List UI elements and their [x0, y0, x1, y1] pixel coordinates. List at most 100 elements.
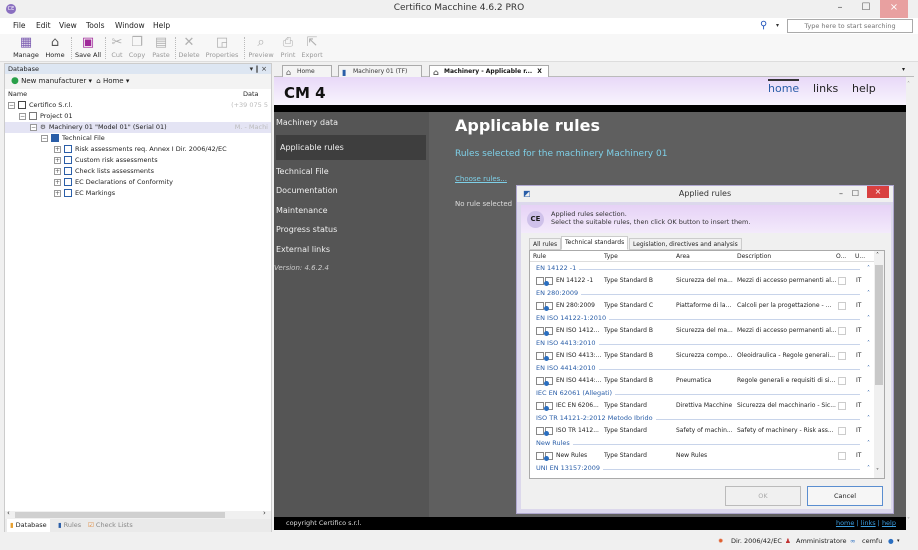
rule-option-checkbox[interactable]	[838, 427, 846, 435]
tab-legislation[interactable]: Legislation, directives and analysis	[629, 238, 742, 250]
grid-scrollbar[interactable]: ˄ ˅	[874, 251, 884, 478]
home-button[interactable]: ⌂ Home	[43, 35, 67, 59]
col-u[interactable]: U...	[855, 251, 865, 262]
rule-row[interactable]: EN ISO 1412... Type Standard B Sicurezza d…	[530, 324, 874, 338]
group-header[interactable]: New Rules ˄	[536, 438, 874, 449]
menu-file[interactable]: File	[13, 21, 26, 30]
language-icon[interactable]: ●	[888, 535, 894, 547]
rule-checkbox[interactable]	[536, 402, 544, 410]
col-type[interactable]: Type	[604, 251, 618, 262]
doc-tab-machinery-tf[interactable]: ▮ Machinery 01 (TF)	[338, 65, 422, 77]
scroll-right-icon[interactable]: ›	[263, 509, 266, 517]
rule-row[interactable]: EN 14122 -1 Type Standard B Sicurezza del …	[530, 274, 874, 288]
collapse-icon[interactable]: −	[30, 123, 37, 131]
rule-option-checkbox[interactable]	[838, 377, 846, 385]
scroll-up-icon[interactable]: ˄	[907, 81, 910, 88]
collapse-icon[interactable]: −	[8, 101, 15, 109]
save-all-button[interactable]: ▣ Save All	[74, 35, 102, 59]
menu-tools[interactable]: Tools	[86, 21, 104, 30]
expand-icon[interactable]: +	[54, 189, 61, 197]
dialog-minimize-button[interactable]: –	[839, 186, 843, 202]
scroll-up-icon[interactable]: ˄	[876, 252, 879, 259]
side-technical-file[interactable]: Technical File	[276, 167, 329, 176]
tree-node-check-lists[interactable]: + Check lists assessments	[5, 166, 271, 177]
nav-home[interactable]: home	[768, 79, 800, 95]
tab-all-rules[interactable]: All rules	[529, 238, 562, 250]
doc-tab-applicable-rules[interactable]: ⌂ Machinery - Applicable r... X	[429, 65, 549, 77]
rule-option-checkbox[interactable]	[838, 452, 846, 460]
tree-node-company[interactable]: − Certifico S.r.l. (+39 075 5	[5, 100, 271, 111]
tab-close-icon[interactable]: X	[537, 68, 542, 75]
menu-window[interactable]: Window	[115, 21, 145, 30]
search-icon[interactable]: ⚲	[760, 20, 767, 31]
collapse-group-icon[interactable]: ˄	[867, 338, 870, 349]
minimize-button[interactable]: –	[826, 0, 854, 18]
tree-node-project[interactable]: − Project 01	[5, 111, 271, 122]
language-dropdown-icon[interactable]: ▾	[897, 535, 900, 547]
tab-rules[interactable]: ▮ Rules	[55, 519, 84, 532]
tree-node-ec-declarations[interactable]: + EC Declarations of Conformity	[5, 177, 271, 188]
connection-status[interactable]: cemfu	[862, 535, 882, 547]
expand-icon[interactable]: +	[54, 178, 61, 186]
web-scrollbar[interactable]: ˄ ˅	[906, 77, 914, 530]
side-external-links[interactable]: External links	[276, 245, 330, 254]
rule-row[interactable]: New Rules Type Standard New Rules IT	[530, 449, 874, 463]
rule-checkbox[interactable]	[536, 327, 544, 335]
collapse-group-icon[interactable]: ˄	[867, 463, 870, 474]
column-data[interactable]: Data	[243, 89, 259, 99]
tree-node-machinery[interactable]: − ⚙ Machinery 01 "Model 01" (Serial 01) M.…	[5, 122, 271, 133]
collapse-group-icon[interactable]: ˄	[867, 438, 870, 449]
expand-icon[interactable]: +	[54, 145, 61, 153]
panel-dropdown-icon[interactable]: ▾	[250, 65, 254, 73]
collapse-group-icon[interactable]: ˄	[867, 313, 870, 324]
menu-view[interactable]: View	[59, 21, 77, 30]
collapse-group-icon[interactable]: ˄	[867, 413, 870, 424]
rule-checkbox[interactable]	[536, 302, 544, 310]
rule-option-checkbox[interactable]	[838, 402, 846, 410]
nav-links[interactable]: links	[813, 82, 838, 95]
home-nav-button[interactable]: Home	[103, 77, 124, 85]
side-documentation[interactable]: Documentation	[276, 186, 338, 195]
pin-icon[interactable]: ‖	[255, 65, 259, 73]
rule-option-checkbox[interactable]	[838, 302, 846, 310]
search-dropdown-icon[interactable]: ▾	[776, 22, 779, 29]
group-header[interactable]: IEC EN 62061 (Allegati) ˄	[536, 388, 874, 399]
new-manufacturer-button[interactable]: New manufacturer	[21, 77, 86, 85]
expand-icon[interactable]: +	[54, 167, 61, 175]
menu-edit[interactable]: Edit	[36, 21, 51, 30]
horizontal-scrollbar[interactable]: ‹ ›	[5, 509, 271, 519]
collapse-group-icon[interactable]: ˄	[867, 388, 870, 399]
rule-checkbox[interactable]	[536, 277, 544, 285]
menu-help[interactable]: Help	[153, 21, 170, 30]
doc-tab-home[interactable]: ⌂ Home	[282, 65, 332, 77]
collapse-icon[interactable]: −	[19, 112, 26, 120]
footer-link-help[interactable]: help	[882, 519, 896, 527]
choose-rules-link[interactable]: Choose rules...	[455, 175, 507, 183]
collapse-group-icon[interactable]: ˄	[867, 363, 870, 374]
rule-row[interactable]: ISO TR 1412... Type Standard Safety of mac…	[530, 424, 874, 438]
side-maintenance[interactable]: Maintenance	[276, 206, 328, 215]
tab-check-lists[interactable]: ☑ Check Lists	[85, 519, 136, 532]
collapse-icon[interactable]: −	[41, 134, 48, 142]
scroll-left-icon[interactable]: ‹	[7, 509, 10, 517]
chevron-down-icon[interactable]: ▾	[89, 77, 93, 85]
scrollbar-thumb[interactable]	[875, 265, 883, 385]
group-header[interactable]: EN 14122 -1 ˄	[536, 263, 874, 274]
close-button[interactable]: ×	[880, 0, 908, 18]
manage-button[interactable]: ▦ Manage	[12, 35, 40, 59]
tree-node-ec-markings[interactable]: + EC Markings	[5, 188, 271, 199]
tree-node-custom-risk[interactable]: + Custom risk assessments	[5, 155, 271, 166]
print-button[interactable]: ⎙ Print	[279, 35, 297, 59]
chevron-down-icon[interactable]: ▾	[126, 77, 130, 85]
dialog-close-button[interactable]: ×	[867, 186, 889, 198]
collapse-group-icon[interactable]: ˄	[867, 263, 870, 274]
col-description[interactable]: Description	[737, 251, 771, 262]
column-name[interactable]: Name	[8, 89, 27, 99]
rule-row[interactable]: EN ISO 4413:... Type Standard B Sicurezza …	[530, 349, 874, 363]
group-header[interactable]: EN 280:2009 ˄	[536, 288, 874, 299]
preview-button[interactable]: ⌕ Preview	[247, 35, 275, 59]
search-input[interactable]	[787, 19, 913, 33]
rule-option-checkbox[interactable]	[838, 277, 846, 285]
copy-button[interactable]: ❐ Copy	[127, 35, 147, 59]
group-header[interactable]: EN ISO 4413:2010 ˄	[536, 338, 874, 349]
